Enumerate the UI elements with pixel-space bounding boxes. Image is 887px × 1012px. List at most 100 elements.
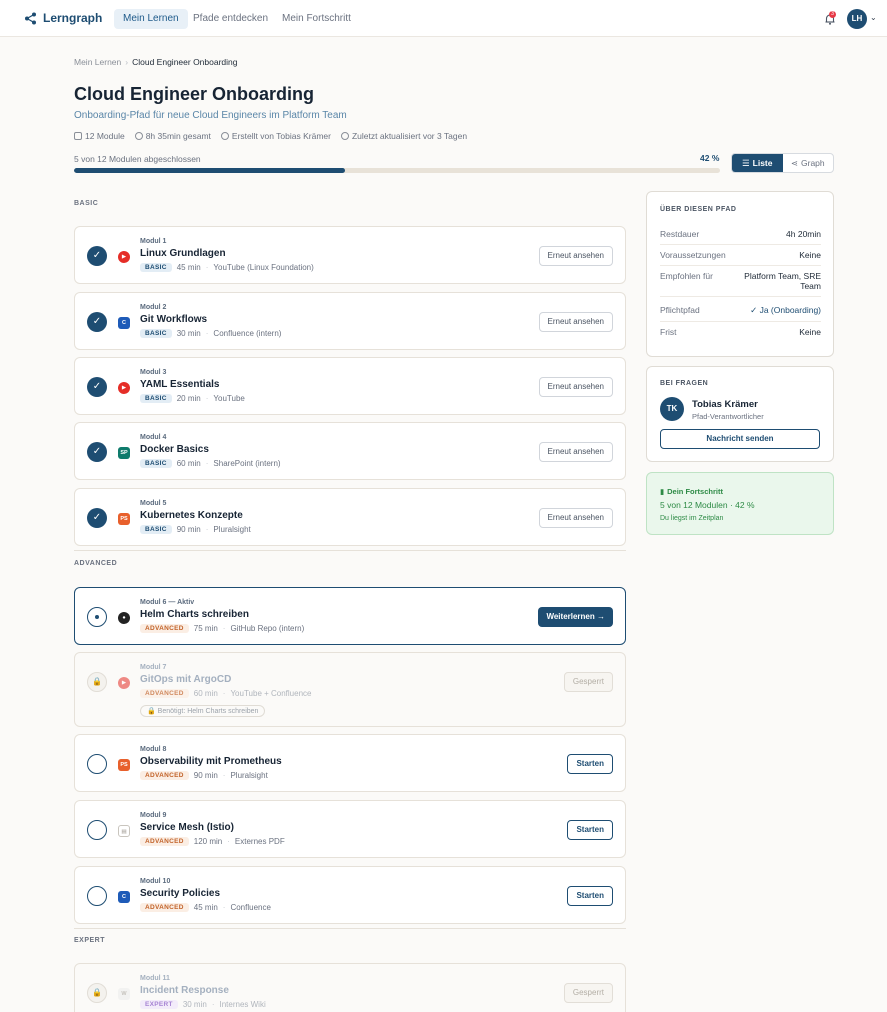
page-subtitle: Onboarding-Pfad für neue Cloud Engineers… [74, 110, 347, 121]
module-card[interactable]: ▤ Modul 9 Service Mesh (Istio) ADVANCED 120 … [74, 800, 626, 858]
rewatch-button[interactable]: Erneut ansehen [538, 508, 613, 528]
continue-button[interactable]: Weiterlernen → [538, 607, 613, 627]
sharepoint-icon: SP [118, 447, 130, 459]
meta-modules-text: 12 Module [85, 131, 125, 141]
meta-author-text: Erstellt von Tobias Krämer [231, 131, 331, 141]
about-value: ✓ Ja (Onboarding) [750, 305, 821, 315]
user-avatar[interactable]: LH [847, 9, 867, 29]
start-button[interactable]: Starten [567, 754, 613, 774]
contact-title: BEI FRAGEN [660, 380, 709, 387]
rewatch-button[interactable]: Erneut ansehen [538, 312, 613, 332]
module-card[interactable]: 🔒 W Modul 11 Incident Response EXPERT 30 min ·… [74, 963, 626, 1012]
my-progress-title-wrap: ▮ Dein Fortschritt [660, 487, 723, 496]
chevron-down-icon[interactable]: ⌄ [870, 13, 877, 22]
about-row: Pflichtpfad ✓ Ja (Onboarding) [660, 305, 821, 322]
module-title[interactable]: Docker Basics [140, 444, 209, 455]
share-icon: ⋖ [790, 157, 798, 168]
logo[interactable]: Lerngraph [24, 11, 102, 25]
module-card[interactable]: ✓ SP Modul 4 Docker Basics BASIC 60 min · Share… [74, 422, 626, 480]
module-meta: BASIC 20 min · YouTube [140, 394, 245, 403]
about-row: Empfohlen für Platform Team, SRE Team [660, 271, 821, 297]
prerequisite-chip: 🔒 Benötigt: Helm Charts schreiben [140, 705, 266, 717]
module-title[interactable]: Helm Charts schreiben [140, 609, 249, 620]
module-card[interactable]: ✓ ▶ Modul 3 YAML Essentials BASIC 20 min · YouT… [74, 357, 626, 415]
page-title: Cloud Engineer Onboarding [74, 84, 314, 104]
module-meta: ADVANCED 75 min · GitHub Repo (intern) [140, 624, 304, 633]
nav-mein-lernen[interactable]: Mein Lernen [114, 9, 188, 29]
modules-icon [74, 132, 82, 140]
clock-icon [134, 132, 143, 140]
module-card[interactable]: PS Modul 8 Observability mit Prometheus ADV… [74, 734, 626, 792]
module-source: Pluralsight [213, 525, 251, 534]
module-number: Modul 11 [140, 975, 170, 982]
clock-icon [340, 132, 349, 140]
module-meta: ADVANCED 120 min · Externes PDF [140, 837, 285, 846]
notification-badge: 3 [829, 11, 836, 18]
user-icon [220, 132, 229, 140]
avatar: TK [660, 397, 684, 421]
youtube-icon: ▶ [118, 251, 130, 263]
pdf-icon: ▤ [118, 825, 130, 837]
rewatch-button[interactable]: Erneut ansehen [538, 377, 613, 397]
rewatch-button[interactable]: Erneut ansehen [538, 246, 613, 266]
module-number: Modul 7 [140, 664, 167, 671]
divider [74, 928, 626, 929]
status-circle [87, 607, 107, 627]
module-duration: 30 min [176, 329, 201, 338]
module-number: Modul 9 [140, 812, 167, 819]
status-circle [87, 820, 107, 840]
module-card[interactable]: ✓ PS Modul 5 Kubernetes Konzepte BASIC 90 min… [74, 488, 626, 546]
check-icon: ✓ [87, 312, 107, 332]
github-icon: ● [118, 612, 130, 624]
lock-icon: 🔒 [87, 672, 107, 692]
check-icon: ✓ [87, 246, 107, 266]
module-title[interactable]: YAML Essentials [140, 379, 219, 390]
view-list-button[interactable]: ☰ Liste [732, 154, 783, 172]
nav-mein-fortschritt[interactable]: Mein Fortschritt [273, 9, 360, 29]
start-button[interactable]: Starten [567, 820, 613, 840]
module-duration: 90 min [193, 771, 218, 780]
about-row: Voraussetzungen Keine [660, 250, 821, 266]
module-title[interactable]: GitOps mit ArgoCD [140, 674, 231, 685]
module-card[interactable]: ✓ C Modul 2 Git Workflows BASIC 30 min · Conflu… [74, 292, 626, 350]
about-key: Voraussetzungen [660, 250, 726, 260]
youtube-icon: ▶ [118, 382, 130, 394]
module-card[interactable]: ● Modul 6 — Aktiv Helm Charts schreiben ADV… [74, 587, 626, 645]
rewatch-button[interactable]: Erneut ansehen [538, 442, 613, 462]
module-meta: BASIC 45 min · YouTube (Linux Foundation) [140, 263, 314, 272]
breadcrumb-parent[interactable]: Mein Lernen [74, 57, 121, 67]
separator-dot: · [222, 624, 226, 633]
module-card[interactable]: C Modul 10 Security Policies ADVANCED 45 min… [74, 866, 626, 924]
view-list-label: Liste [752, 158, 773, 168]
separator-dot: · [211, 1000, 215, 1009]
module-title[interactable]: Incident Response [140, 985, 229, 996]
meta-updated: Zuletzt aktualisiert vor 3 Tagen [340, 131, 467, 141]
separator-dot: · [222, 689, 226, 698]
nav-pfade-entdecken[interactable]: Pfade entdecken [184, 9, 277, 29]
module-duration: 20 min [176, 394, 201, 403]
about-key: Restdauer [660, 229, 700, 239]
send-message-button[interactable]: Nachricht senden [660, 429, 820, 449]
module-title[interactable]: Service Mesh (Istio) [140, 822, 234, 833]
contact-role: Pfad-Verantwortlicher [692, 412, 764, 421]
my-progress-title: Dein Fortschritt [667, 487, 723, 496]
module-title[interactable]: Observability mit Prometheus [140, 756, 282, 767]
about-key: Frist [660, 327, 677, 337]
list-icon: ☰ [742, 157, 750, 168]
logo-text: Lerngraph [43, 11, 103, 25]
about-row: Restdauer 4h 20min [660, 229, 821, 245]
top-navigation: Lerngraph Mein Lernen Pfade entdecken Me… [0, 0, 887, 37]
module-number: Modul 3 [140, 369, 167, 376]
module-card[interactable]: ✓ ▶ Modul 1 Linux Grundlagen BASIC 45 min · You… [74, 226, 626, 284]
level-badge: ADVANCED [140, 624, 189, 633]
module-card[interactable]: 🔒 ▶ Modul 7 GitOps mit ArgoCD ADVANCED 60 min… [74, 652, 626, 727]
separator-dot: · [205, 263, 209, 272]
module-title[interactable]: Kubernetes Konzepte [140, 510, 243, 521]
module-title[interactable]: Linux Grundlagen [140, 248, 226, 259]
start-button[interactable]: Starten [567, 886, 613, 906]
module-title[interactable]: Security Policies [140, 888, 220, 899]
module-title[interactable]: Git Workflows [140, 314, 207, 325]
view-graph-button[interactable]: ⋖ Graph [783, 154, 834, 172]
level-badge: ADVANCED [140, 771, 189, 780]
view-toggle: ☰ Liste ⋖ Graph [731, 153, 834, 173]
